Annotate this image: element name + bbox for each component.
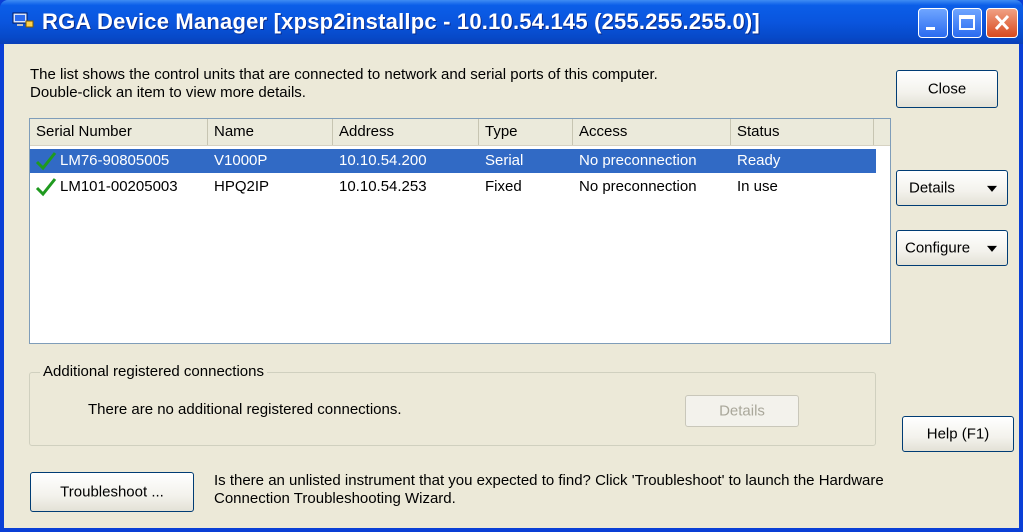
column-type[interactable]: Type <box>479 119 573 145</box>
cell-address: 10.10.54.200 <box>339 152 427 169</box>
group-title: Additional registered connections <box>40 363 267 380</box>
title-bar[interactable]: RGA Device Manager [xpsp2installpc - 10.… <box>0 0 1023 44</box>
additional-details-button[interactable]: Details <box>685 395 799 427</box>
app-window: RGA Device Manager [xpsp2installpc - 10.… <box>0 0 1023 532</box>
dialog-body: The list shows the control units that ar… <box>4 44 1019 528</box>
close-button[interactable]: Close <box>896 70 998 108</box>
window-title: RGA Device Manager [xpsp2installpc - 10.… <box>42 9 760 34</box>
column-name[interactable]: Name <box>208 119 333 145</box>
intro-line-2: Double-click an item to view more detail… <box>30 84 306 101</box>
minimize-icon <box>926 27 935 30</box>
chevron-down-icon <box>987 245 997 252</box>
column-status[interactable]: Status <box>731 119 874 145</box>
chevron-down-icon <box>987 185 997 192</box>
cell-name: HPQ2IP <box>214 178 270 195</box>
column-address[interactable]: Address <box>333 119 479 145</box>
table-row[interactable]: LM76-90805005 V1000P 10.10.54.200 Serial… <box>30 149 876 173</box>
help-button-label: Help (F1) <box>926 425 990 443</box>
minimize-button[interactable] <box>918 8 948 38</box>
details-dropdown-button[interactable]: Details <box>896 170 1008 206</box>
troubleshoot-hint-line-1: Is there an unlisted instrument that you… <box>214 472 884 489</box>
close-button-label: Close <box>927 80 967 98</box>
close-icon <box>994 14 1010 31</box>
table-row[interactable]: LM101-00205003 HPQ2IP 10.10.54.253 Fixed… <box>30 175 876 199</box>
list-header: Serial Number Name Address Type Access S… <box>30 119 890 146</box>
troubleshoot-button[interactable]: Troubleshoot ... <box>30 472 194 512</box>
additional-details-label: Details <box>719 402 765 420</box>
maximize-icon <box>959 15 975 30</box>
check-icon <box>35 152 57 171</box>
cell-name: V1000P <box>214 152 268 169</box>
configure-dropdown-button[interactable]: Configure <box>896 230 1008 266</box>
column-access[interactable]: Access <box>573 119 731 145</box>
cell-access: No preconnection <box>579 178 697 195</box>
cell-type: Serial <box>485 152 524 169</box>
intro-text: The list shows the control units that ar… <box>30 66 658 102</box>
column-serial-number[interactable]: Serial Number <box>30 119 208 145</box>
cell-serial-number: LM101-00205003 <box>60 178 178 195</box>
additional-connections-group: Additional registered connections There … <box>29 363 876 446</box>
cell-address: 10.10.54.253 <box>339 178 427 195</box>
cell-status: Ready <box>737 152 781 169</box>
cell-type: Fixed <box>485 178 522 195</box>
cell-serial-number: LM76-90805005 <box>60 152 170 169</box>
troubleshoot-hint-line-2: Connection Troubleshooting Wizard. <box>214 490 456 507</box>
troubleshoot-button-label: Troubleshoot ... <box>60 483 164 501</box>
no-connections-message: There are no additional registered conne… <box>88 401 402 418</box>
close-window-button[interactable] <box>986 8 1018 38</box>
cell-status: In use <box>737 178 778 195</box>
intro-line-1: The list shows the control units that ar… <box>30 66 658 83</box>
check-icon <box>35 178 57 197</box>
maximize-button[interactable] <box>952 8 982 38</box>
help-button[interactable]: Help (F1) <box>902 416 1014 452</box>
troubleshoot-hint: Is there an unlisted instrument that you… <box>214 472 884 508</box>
cell-access: No preconnection <box>579 152 697 169</box>
app-icon <box>12 12 34 28</box>
device-list[interactable]: Serial Number Name Address Type Access S… <box>29 118 891 344</box>
